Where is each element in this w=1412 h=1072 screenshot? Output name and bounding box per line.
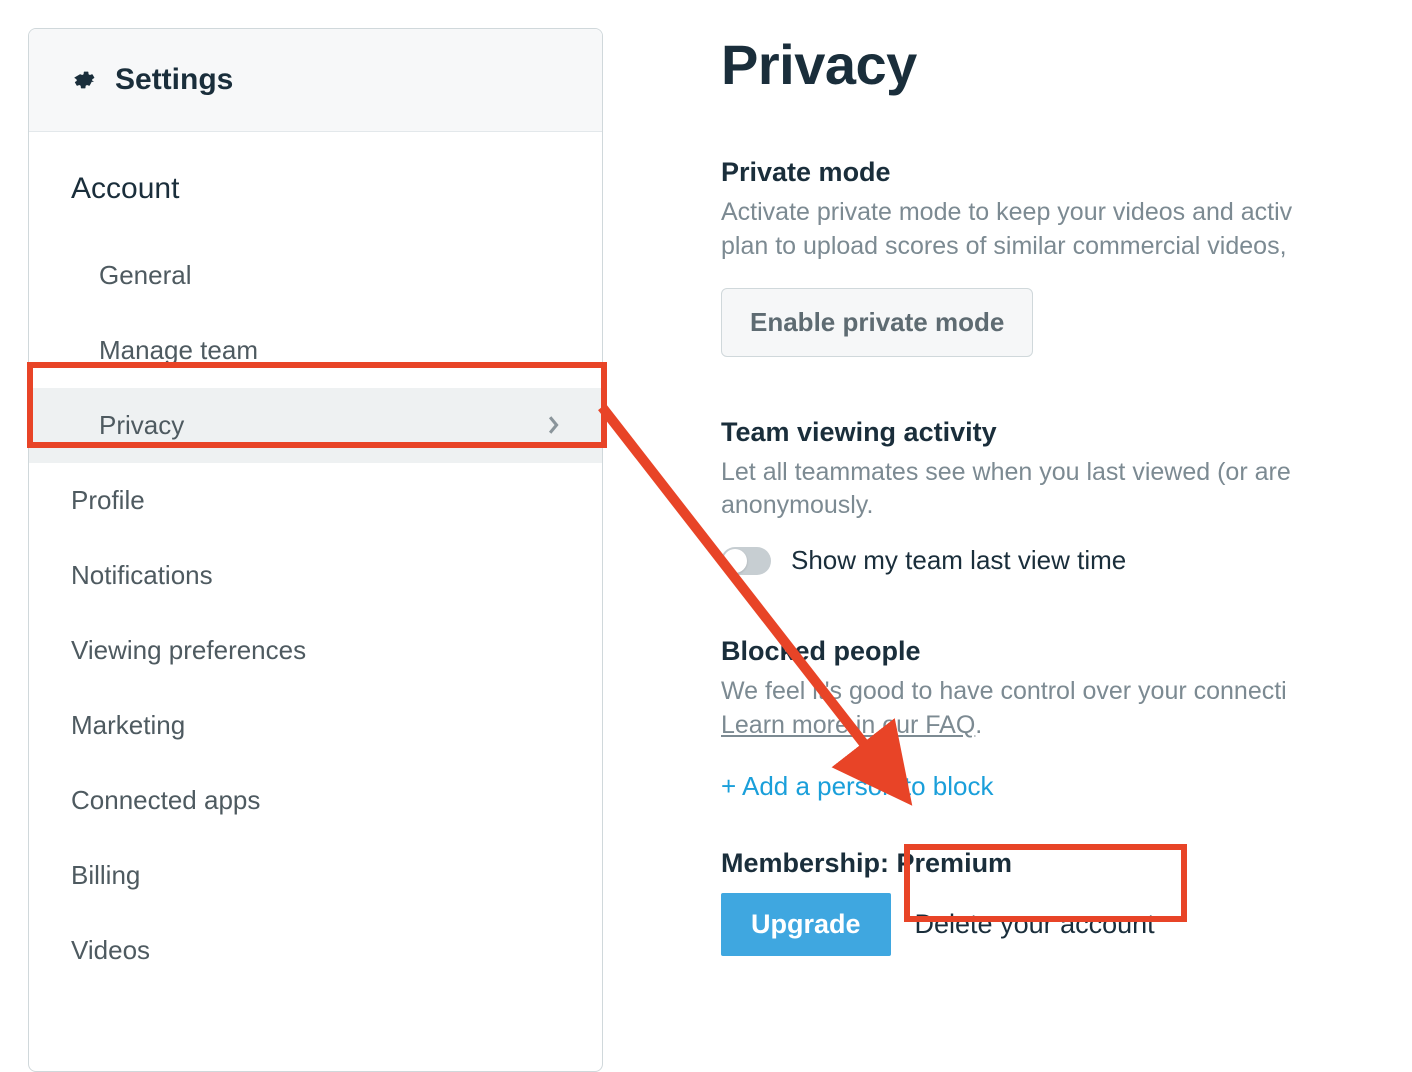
sidebar-item-label: Notifications [71, 560, 213, 590]
blocked-faq-link[interactable]: Learn more in our FAQ [721, 711, 975, 739]
upgrade-button[interactable]: Upgrade [721, 893, 891, 956]
sidebar-item-label: General [99, 260, 192, 291]
blocked-people-desc: We feel it's good to have control over y… [721, 675, 1412, 709]
blocked-people-heading: Blocked people [721, 636, 1412, 667]
sidebar-item-profile[interactable]: Profile [29, 463, 602, 538]
team-view-toggle[interactable] [721, 547, 771, 575]
sidebar-item-marketing[interactable]: Marketing [29, 688, 602, 763]
sidebar-item-label: Billing [71, 860, 140, 890]
sidebar-item-manage-team[interactable]: Manage team [29, 313, 602, 388]
private-mode-heading: Private mode [721, 157, 1412, 188]
section-team-activity: Team viewing activity Let all teammates … [721, 417, 1412, 577]
section-membership: Membership: Premium Upgrade Delete your … [721, 848, 1412, 956]
sidebar-item-connected-apps[interactable]: Connected apps [29, 763, 602, 838]
sidebar-section-account: Account General Manage team Privacy [29, 132, 602, 463]
team-view-toggle-row: Show my team last view time [721, 545, 1412, 576]
sidebar-item-label: Videos [71, 935, 150, 965]
team-activity-desc-2: anonymously. [721, 489, 1412, 523]
sidebar-item-label: Connected apps [71, 785, 260, 815]
sidebar-item-label: Profile [71, 485, 145, 515]
team-activity-desc-1: Let all teammates see when you last view… [721, 456, 1412, 490]
page-title: Privacy [721, 32, 1412, 97]
private-mode-desc-1: Activate private mode to keep your video… [721, 196, 1412, 230]
sidebar-item-videos[interactable]: Videos [29, 913, 602, 988]
sidebar-item-label: Marketing [71, 710, 185, 740]
add-person-to-block-link[interactable]: + Add a person to block [721, 771, 993, 802]
enable-private-mode-button[interactable]: Enable private mode [721, 288, 1033, 357]
private-mode-desc-2: plan to upload scores of similar commerc… [721, 230, 1412, 264]
delete-account-link[interactable]: Delete your account [891, 893, 1179, 956]
sidebar-item-general[interactable]: General [29, 238, 602, 313]
chevron-right-icon [548, 410, 560, 441]
sidebar-item-billing[interactable]: Billing [29, 838, 602, 913]
membership-heading: Membership: Premium [721, 848, 1412, 879]
sidebar-item-label: Privacy [99, 410, 184, 441]
team-view-toggle-label: Show my team last view time [791, 545, 1126, 576]
main-content: Privacy Private mode Activate private mo… [603, 28, 1412, 1072]
sidebar-section-title-account[interactable]: Account [29, 172, 602, 238]
section-blocked-people: Blocked people We feel it's good to have… [721, 636, 1412, 802]
sidebar-title: Settings [115, 63, 233, 97]
sidebar-item-label: Viewing preferences [71, 635, 306, 665]
sidebar-item-label: Manage team [99, 335, 258, 366]
section-private-mode: Private mode Activate private mode to ke… [721, 157, 1412, 357]
sidebar-item-notifications[interactable]: Notifications [29, 538, 602, 613]
gear-icon [71, 67, 97, 93]
sidebar-header: Settings [29, 29, 602, 132]
sidebar-item-viewing-preferences[interactable]: Viewing preferences [29, 613, 602, 688]
settings-sidebar: Settings Account General Manage team Pri… [28, 28, 603, 1072]
team-activity-heading: Team viewing activity [721, 417, 1412, 448]
sidebar-item-privacy[interactable]: Privacy [29, 388, 602, 463]
